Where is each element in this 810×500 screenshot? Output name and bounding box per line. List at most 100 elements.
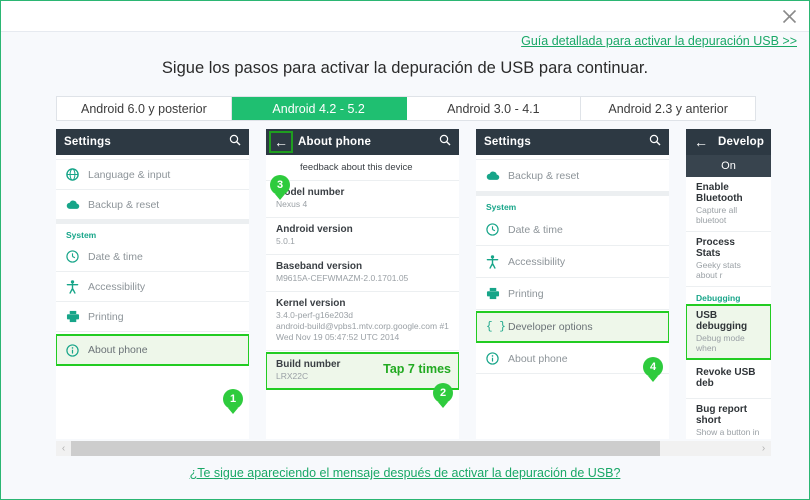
info-row: Baseband version M9615A-CEFWMAZM-2.0.170…: [266, 255, 459, 293]
tab-android-23-and-earlier[interactable]: Android 2.3 y anterior: [581, 97, 755, 120]
step-4-screenshot: Settings Backup & reset System Date & ti…: [476, 129, 669, 439]
list-item-label: Date & time: [508, 223, 563, 236]
clock-icon: [66, 250, 88, 263]
title-bar: [1, 1, 809, 32]
still-seeing-message-link[interactable]: ¿Te sigue apareciendo el mensaje después…: [1, 466, 809, 480]
list-item[interactable]: Language & input: [56, 160, 249, 190]
info-icon: [486, 352, 508, 365]
info-row: Android version 5.0.1: [266, 218, 459, 256]
option-key: USB debugging: [696, 310, 748, 332]
list-item-label: Backup & reset: [88, 198, 160, 211]
list-item-label: Printing: [508, 287, 544, 300]
step-5-screenshot: ← Develop On Enable Bluetooth Capture al…: [686, 129, 771, 439]
toggle-state-label: On: [721, 160, 736, 172]
tap-7-times-label: Tap 7 times: [383, 362, 451, 377]
info-key: Baseband version: [276, 261, 363, 273]
about-phone-list: feedback about this device Model number …: [266, 155, 459, 439]
option-row[interactable]: Enable Bluetooth Capture all bluetoot: [686, 177, 771, 232]
list-item-label: Printing: [88, 310, 124, 323]
app-bar: Settings: [476, 129, 669, 155]
app-bar-title: Develop: [718, 136, 765, 148]
tab-android-42-52[interactable]: Android 4.2 - 5.2: [231, 97, 407, 120]
info-value: 3.4.0-perf-g16e203d android-build@vpbs1.…: [276, 310, 449, 343]
list-item-feedback[interactable]: feedback about this device: [266, 155, 459, 181]
list-item-label: About phone: [508, 352, 568, 365]
horizontal-scrollbar[interactable]: ‹ ›: [56, 441, 771, 456]
list-item-label: feedback about this device: [300, 162, 413, 173]
list-item[interactable]: Printing: [56, 302, 249, 332]
settings-list: Backup & reset System Date & time Access…: [476, 155, 669, 439]
developer-options-toggle[interactable]: On: [686, 155, 771, 177]
globe-icon: [66, 168, 88, 181]
tab-android-30-41[interactable]: Android 3.0 - 4.1: [406, 97, 582, 120]
option-value: Show a button in th bug report: [696, 427, 760, 439]
list-item-label: Developer options: [508, 321, 593, 333]
tab-android-6-and-later[interactable]: Android 6.0 y posterior: [57, 97, 232, 120]
step-2-screenshot: ← About phone feedback about this device…: [266, 129, 459, 439]
list-item-label: Date & time: [88, 250, 143, 263]
list-item[interactable]: Accessibility: [476, 246, 669, 278]
step-1-screenshot: Settings Language & input Backup & reset…: [56, 129, 249, 439]
info-row: Model number Nexus 4: [266, 181, 459, 219]
info-value: 5.0.1: [276, 236, 295, 247]
search-icon: [649, 133, 661, 151]
section-header: Debugging: [696, 293, 741, 303]
scrollbar-track[interactable]: [71, 441, 756, 456]
printer-icon: [486, 287, 508, 300]
option-value: Geeky stats about r: [696, 260, 741, 280]
list-item[interactable]: Date & time: [56, 242, 249, 272]
option-key: Revoke USB deb: [696, 367, 756, 389]
developer-options-list: Enable Bluetooth Capture all bluetoot Pr…: [686, 177, 771, 439]
list-item[interactable]: About phone: [476, 344, 669, 374]
section-header: System: [66, 230, 97, 240]
printer-icon: [66, 310, 88, 323]
option-key: Enable Bluetooth: [696, 182, 743, 204]
info-row: Kernel version 3.4.0-perf-g16e203d andro…: [266, 292, 459, 352]
list-item[interactable]: Backup & reset: [56, 190, 249, 220]
search-icon: [439, 133, 451, 151]
option-row[interactable]: Revoke USB deb: [686, 359, 771, 399]
info-row-build-number[interactable]: Build number LRX22C Tap 7 times: [266, 352, 459, 391]
option-row[interactable]: Bug report short Show a button in th bug…: [686, 399, 771, 439]
info-icon: [66, 343, 88, 357]
info-value: Nexus 4: [276, 199, 308, 209]
info-value: M9615A-CEFWMAZM-2.0.1701.05: [276, 273, 409, 284]
list-item-label: Language & input: [88, 168, 171, 181]
scroll-left-arrow-icon[interactable]: ‹: [56, 441, 71, 456]
scrollbar-thumb[interactable]: [71, 441, 661, 456]
close-button[interactable]: [775, 3, 803, 29]
option-row-usb-debugging[interactable]: USB debugging Debug mode when: [686, 304, 771, 360]
app-bar: ← About phone: [266, 129, 459, 155]
list-item[interactable]: Date & time: [476, 214, 669, 246]
info-key: Model number: [276, 187, 345, 198]
app-bar-title: About phone: [298, 136, 372, 148]
list-item-label: Backup & reset: [508, 169, 580, 182]
dialog-window: Guía detallada para activar la depuració…: [0, 0, 810, 500]
braces-icon: { }: [486, 321, 506, 333]
step-badge-2: 2: [433, 383, 453, 403]
page-title: Sigue los pasos para activar la depuraci…: [161, 59, 649, 77]
cloud-icon: [66, 199, 88, 210]
info-key: Kernel version: [276, 298, 346, 310]
list-item[interactable]: Accessibility: [56, 272, 249, 302]
step-badge-1: 1: [223, 389, 243, 409]
list-item[interactable]: Backup & reset: [476, 160, 669, 192]
cloud-icon: [486, 170, 508, 181]
list-item-label: Accessibility: [88, 280, 146, 293]
step-badge-3: 3: [270, 175, 290, 195]
search-icon: [229, 133, 241, 151]
option-key: Bug report short: [696, 404, 748, 426]
back-arrow-icon[interactable]: ←: [694, 135, 708, 149]
list-item-developer-options[interactable]: { } Developer options: [476, 311, 669, 343]
list-item[interactable]: Printing: [476, 278, 669, 310]
settings-list: Language & input Backup & reset System D…: [56, 155, 249, 439]
accessibility-icon: [66, 279, 88, 294]
info-key: Android version: [276, 224, 353, 236]
scroll-right-arrow-icon[interactable]: ›: [756, 441, 771, 456]
close-icon: [782, 9, 797, 24]
detailed-guide-link[interactable]: Guía detallada para activar la depuració…: [521, 34, 797, 48]
app-bar: ← Develop: [686, 129, 771, 155]
list-item-about-phone[interactable]: About phone: [56, 334, 249, 366]
option-row[interactable]: Process Stats Geeky stats about r: [686, 232, 771, 287]
android-version-tabs: Android 6.0 y posterior Android 4.2 - 5.…: [56, 96, 756, 121]
